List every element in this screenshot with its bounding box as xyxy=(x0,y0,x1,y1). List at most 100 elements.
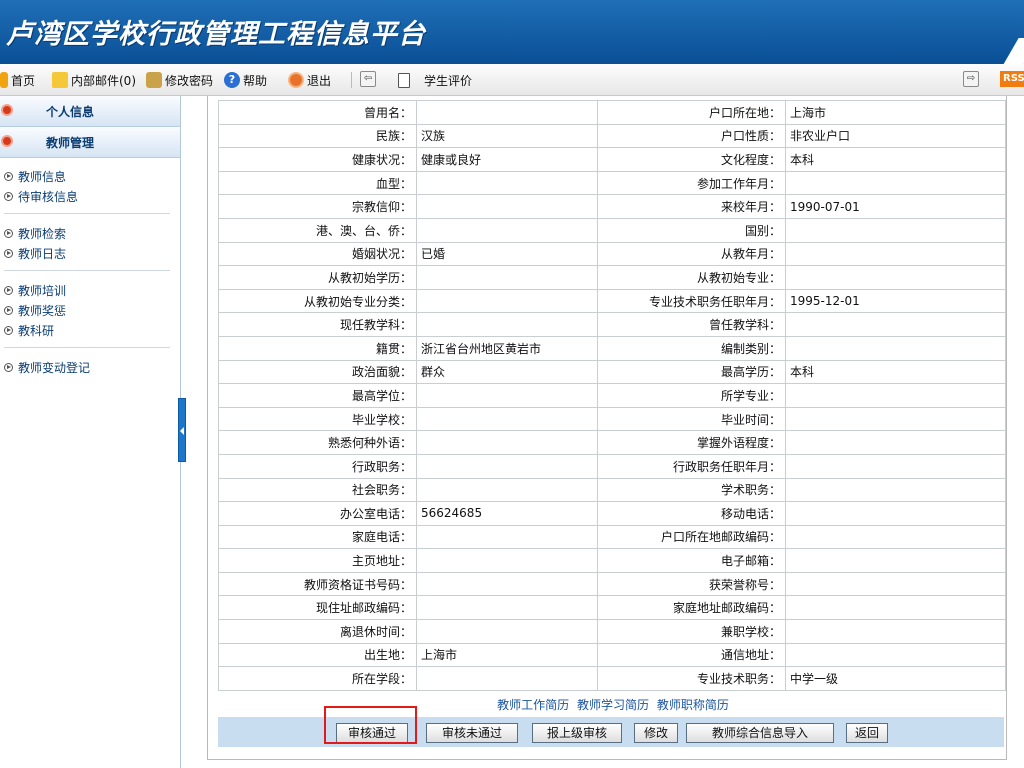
field-label: 曾任教学科： xyxy=(597,312,786,337)
sidebar-collapse-handle[interactable] xyxy=(178,398,186,462)
field-label: 所学专业： xyxy=(597,383,786,408)
student-eval-label: 学生评价 xyxy=(424,73,473,88)
title-resume-link[interactable]: 教师职称简历 xyxy=(657,698,729,712)
field-value xyxy=(416,170,598,196)
arrow-icon xyxy=(1,104,13,116)
sidebar-item-label: 教师检索 xyxy=(18,226,67,241)
change-password-link[interactable]: 修改密码 xyxy=(146,70,213,90)
field-value xyxy=(785,241,1006,267)
field-value xyxy=(785,217,1006,243)
field-label: 籍贯： xyxy=(218,335,417,361)
field-label: 政治面貌： xyxy=(218,359,417,385)
field-value xyxy=(785,477,1006,503)
sidebar-item-label: 教师变动登记 xyxy=(18,360,91,375)
sidebar-item-teacher-log[interactable]: 教师日志 xyxy=(4,243,180,263)
rss-button[interactable]: RSS xyxy=(1000,71,1024,87)
mail-link[interactable]: 内部邮件(0) xyxy=(52,70,136,90)
field-value xyxy=(785,265,1006,290)
field-value xyxy=(785,406,1006,432)
field-label: 出生地： xyxy=(218,642,417,668)
sidebar-item-teacher-training[interactable]: 教师培训 xyxy=(4,280,180,300)
field-label: 熟悉何种外语： xyxy=(218,430,417,455)
table-row: 家庭电话： 户口所在地邮政编码： xyxy=(218,524,1006,550)
home-link[interactable]: 首页 xyxy=(0,70,35,90)
sidebar-item-label: 教师奖惩 xyxy=(18,303,67,318)
field-value: 已婚 xyxy=(416,241,598,267)
home-label: 首页 xyxy=(11,73,36,88)
student-eval-tab[interactable]: 学生评价 xyxy=(398,70,472,90)
mail-label: 内部邮件(0) xyxy=(71,73,136,88)
toolbar-divider xyxy=(351,72,352,88)
table-row: 离退休时间： 兼职学校： xyxy=(218,619,1006,644)
sidebar-item-teacher-search[interactable]: 教师检索 xyxy=(4,223,180,243)
work-resume-link[interactable]: 教师工作简历 xyxy=(497,698,569,712)
sidebar-section-teacher-mgmt[interactable]: 教师管理 xyxy=(0,127,180,158)
table-row: 曾用名： 户口所在地： 上海市 xyxy=(218,100,1006,125)
bullet-icon xyxy=(4,362,13,372)
field-label: 国别： xyxy=(597,217,786,243)
nav-back-icon[interactable]: ⇦ xyxy=(360,71,376,87)
edit-button[interactable]: 修改 xyxy=(634,723,678,743)
teacher-info-panel: 曾用名： 户口所在地： 上海市 民族： 汉族 户口性质： 非农业户口 健康状况： 健康或良好 文化… xyxy=(207,96,1007,760)
sidebar-item-teacher-info[interactable]: 教师信息 xyxy=(4,166,180,186)
field-value xyxy=(416,619,598,644)
field-value xyxy=(416,265,598,290)
field-value: 浙江省台州地区黄岩市 xyxy=(416,335,598,361)
power-icon xyxy=(288,72,304,88)
bullet-icon xyxy=(4,228,13,238)
field-label: 现任教学科： xyxy=(218,312,417,337)
field-label: 编制类别： xyxy=(597,335,786,361)
field-value: 本科 xyxy=(785,147,1006,172)
field-value xyxy=(416,288,598,314)
field-label: 掌握外语程度： xyxy=(597,430,786,455)
reject-button[interactable]: 审核未通过 xyxy=(426,723,518,743)
table-row: 毕业学校： 毕业时间： xyxy=(218,406,1006,432)
approve-button[interactable]: 审核通过 xyxy=(336,723,408,743)
field-value xyxy=(416,524,598,550)
field-value xyxy=(785,453,1006,479)
sidebar-item-label: 待审核信息 xyxy=(18,189,79,204)
field-value xyxy=(785,335,1006,361)
sidebar-item-rewards[interactable]: 教师奖惩 xyxy=(4,300,180,320)
field-value xyxy=(785,571,1006,597)
logout-link[interactable]: 退出 xyxy=(288,70,331,90)
field-value xyxy=(416,548,598,573)
field-value xyxy=(416,406,598,432)
bullet-icon xyxy=(4,325,13,335)
field-label: 通信地址： xyxy=(597,642,786,668)
field-label: 毕业时间： xyxy=(597,406,786,432)
field-value: 健康或良好 xyxy=(416,147,598,172)
home-icon xyxy=(0,72,8,88)
import-teacher-info-button[interactable]: 教师综合信息导入 xyxy=(686,723,834,743)
sidebar-item-research[interactable]: 教科研 xyxy=(4,320,180,340)
field-value xyxy=(416,595,598,621)
sidebar-item-change-register[interactable]: 教师变动登记 xyxy=(4,357,180,377)
field-label: 血型： xyxy=(218,170,417,196)
field-label: 文化程度： xyxy=(597,147,786,172)
table-row: 办公室电话： 56624685 移动电话： xyxy=(218,501,1006,526)
sidebar-section-personal[interactable]: 个人信息 xyxy=(0,96,180,127)
sidebar-item-pending-review[interactable]: 待审核信息 xyxy=(4,186,180,206)
field-label: 户口所在地邮政编码： xyxy=(597,524,786,550)
main-content: 曾用名： 户口所在地： 上海市 民族： 汉族 户口性质： 非农业户口 健康状况： 健康或良好 文化… xyxy=(186,96,1024,768)
field-value: 56624685 xyxy=(416,501,598,526)
table-row: 现任教学科： 曾任教学科： xyxy=(218,312,1006,337)
table-row: 港、澳、台、侨： 国别： xyxy=(218,217,1006,243)
field-label: 移动电话： xyxy=(597,501,786,526)
study-resume-link[interactable]: 教师学习简历 xyxy=(577,698,649,712)
app-header: 卢湾区学校行政管理工程信息平台 xyxy=(0,0,1024,64)
back-button[interactable]: 返回 xyxy=(846,723,888,743)
document-icon xyxy=(398,72,410,88)
sidebar-divider xyxy=(4,213,170,214)
field-label: 主页地址： xyxy=(218,548,417,573)
field-value xyxy=(785,312,1006,337)
sidebar-section-label: 教师管理 xyxy=(46,135,95,150)
help-link[interactable]: ? 帮助 xyxy=(224,70,267,90)
field-value: 上海市 xyxy=(416,642,598,668)
table-row: 政治面貌： 群众 最高学历： 本科 xyxy=(218,359,1006,385)
help-label: 帮助 xyxy=(243,73,268,88)
field-label: 专业技术职务任职年月： xyxy=(597,288,786,314)
app-title: 卢湾区学校行政管理工程信息平台 xyxy=(6,19,426,50)
nav-forward-icon[interactable]: ⇨ xyxy=(963,71,979,87)
submit-upper-review-button[interactable]: 报上级审核 xyxy=(532,723,622,743)
